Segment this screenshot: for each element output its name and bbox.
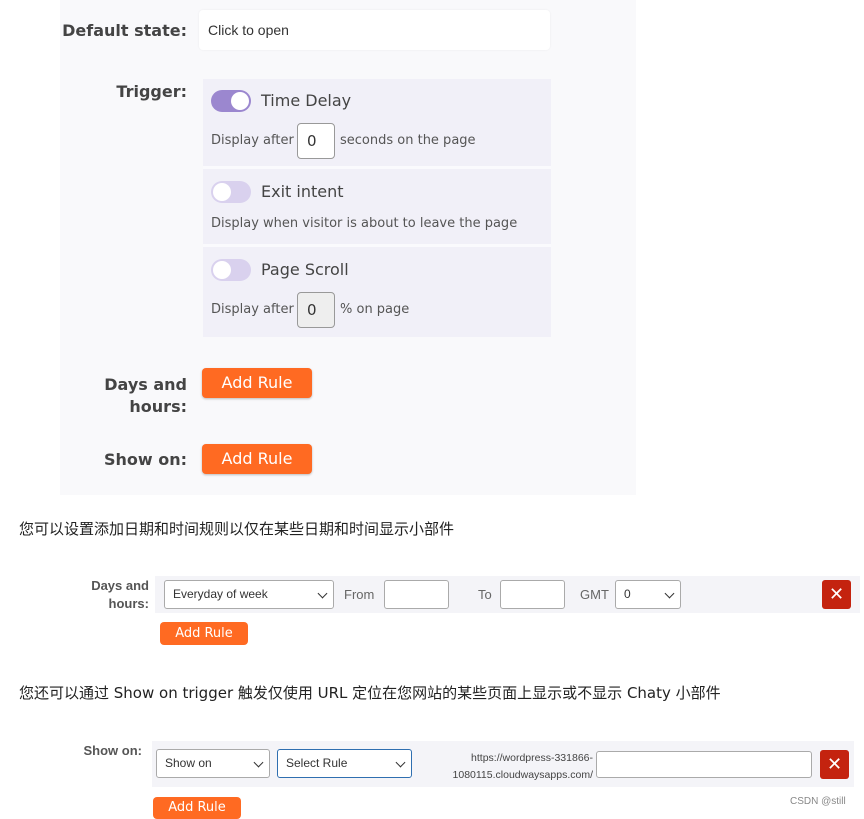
chevron-down-icon: [664, 588, 675, 598]
caption-days-rule: 您可以设置添加日期和时间规则以仅在某些日期和时间显示小部件: [19, 520, 455, 538]
select-rule-value: Select Rule: [286, 756, 348, 770]
site-url-prefix: https://wordpress-331866- 1080115.cloudw…: [430, 750, 593, 784]
url-path-input[interactable]: [596, 751, 812, 778]
page-scroll-prefix: Display after: [211, 302, 294, 317]
delete-show-on-rule-button[interactable]: ✕: [820, 750, 849, 779]
exit-intent-toggle[interactable]: [211, 181, 251, 203]
site-url-line2: 1080115.cloudwaysapps.com/: [452, 769, 593, 781]
days-hours-label-line1: Days and: [104, 375, 187, 394]
trigger-divider: [203, 166, 551, 169]
exit-intent-title: Exit intent: [261, 182, 344, 201]
time-delay-prefix: Display after: [211, 133, 294, 148]
chevron-down-icon: [317, 588, 328, 598]
days-hours-label: Days and hours:: [40, 374, 187, 418]
page-scroll-suffix: % on page: [340, 302, 410, 317]
time-delay-toggle[interactable]: [211, 90, 251, 112]
time-delay-suffix: seconds on the page: [340, 133, 476, 148]
chevron-down-icon: [395, 757, 406, 767]
to-label: To: [478, 587, 492, 602]
trigger-divider: [203, 244, 551, 247]
time-delay-seconds-input[interactable]: 0: [297, 123, 335, 159]
show-on-add-rule-button[interactable]: Add Rule: [202, 444, 312, 474]
trigger-options-box: [203, 79, 551, 337]
site-url-line1: https://wordpress-331866-: [471, 752, 593, 764]
show-on-select[interactable]: Show on: [156, 749, 270, 778]
days-hours-label-line2: hours:: [129, 397, 187, 416]
gmt-label: GMT: [580, 587, 609, 602]
from-time-input[interactable]: [384, 580, 449, 609]
from-label: From: [344, 587, 375, 602]
select-rule-select[interactable]: Select Rule: [277, 749, 412, 778]
time-delay-title: Time Delay: [261, 91, 352, 110]
delete-days-rule-button[interactable]: ✕: [822, 580, 851, 609]
watermark: CSDN @still: [790, 796, 846, 807]
days-rule-add-rule-button[interactable]: Add Rule: [160, 622, 248, 645]
chevron-down-icon: [253, 757, 264, 767]
caption-show-on-rule: 您还可以通过 Show on trigger 触发仅使用 URL 定位在您网站的…: [19, 684, 721, 702]
days-rule-label: Days and hours:: [60, 577, 149, 613]
days-rule-label-line1: Days and: [91, 578, 149, 593]
show-on-label: Show on:: [103, 450, 187, 469]
show-on-rule-label: Show on:: [83, 743, 143, 758]
to-time-input[interactable]: [500, 580, 565, 609]
page-scroll-toggle[interactable]: [211, 259, 251, 281]
day-of-week-value: Everyday of week: [173, 587, 268, 601]
page-scroll-percent-input[interactable]: 0: [297, 292, 335, 328]
day-of-week-select[interactable]: Everyday of week: [164, 580, 334, 609]
days-hours-add-rule-button[interactable]: Add Rule: [202, 368, 312, 398]
default-state-label: Default state:: [62, 21, 187, 40]
page-scroll-title: Page Scroll: [261, 260, 349, 279]
gmt-select[interactable]: 0: [615, 580, 681, 609]
show-on-value: Show on: [165, 756, 212, 770]
exit-intent-description: Display when visitor is about to leave t…: [211, 216, 518, 231]
gmt-value: 0: [624, 587, 631, 601]
days-rule-label-line2: hours:: [108, 596, 149, 611]
default-state-select[interactable]: Click to open: [199, 10, 550, 50]
trigger-label: Trigger:: [116, 82, 187, 101]
show-on-rule-add-rule-button[interactable]: Add Rule: [153, 797, 241, 819]
